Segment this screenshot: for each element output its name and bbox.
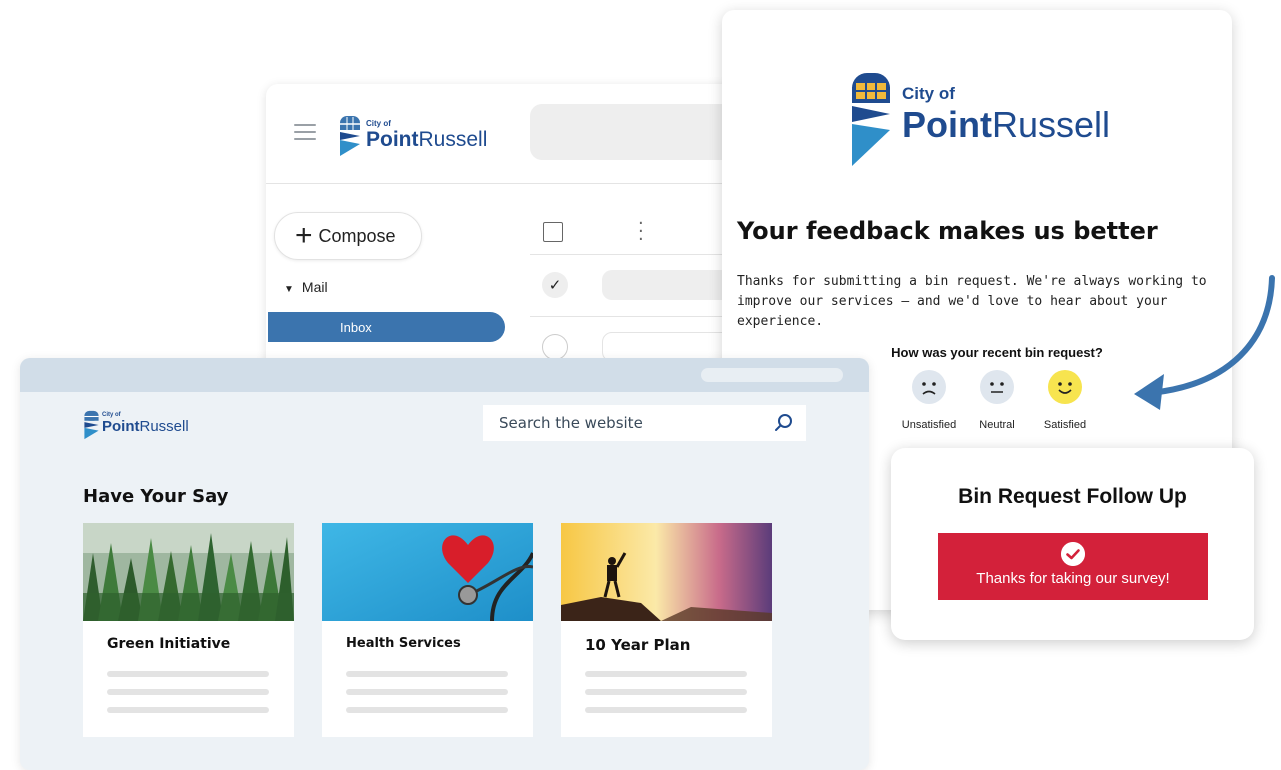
city-logo-icon <box>84 410 99 440</box>
mail-folder-toggle[interactable]: ▼ Mail <box>284 279 328 295</box>
placeholder-line <box>585 707 747 713</box>
city-website-window: City of PointRussell Search the website H… <box>20 358 869 770</box>
city-logo-icon <box>340 116 360 156</box>
search-icon[interactable] <box>774 413 794 433</box>
compose-button[interactable]: + Compose <box>274 212 422 260</box>
placeholder-line <box>107 689 269 695</box>
section-title: Have Your Say <box>83 486 229 507</box>
email-header: City of PointRussell <box>266 84 746 184</box>
placeholder-line <box>346 707 508 713</box>
card-title: Health Services <box>346 636 461 651</box>
sidebar-item-inbox[interactable]: Inbox <box>268 312 505 342</box>
neutral-face-icon[interactable] <box>980 370 1014 404</box>
website-search-input[interactable]: Search the website <box>483 405 806 441</box>
mail-search-bar[interactable] <box>530 104 746 160</box>
address-bar[interactable] <box>701 368 843 382</box>
curved-arrow-icon <box>1134 275 1275 410</box>
search-placeholder: Search the website <box>499 414 643 432</box>
divider <box>530 316 746 317</box>
feedback-headline: Your feedback makes us better <box>737 217 1158 245</box>
city-logo-icon <box>852 73 890 166</box>
select-all-checkbox[interactable] <box>543 222 563 242</box>
satisfied-label: Satisfied <box>1043 419 1087 431</box>
inbox-label: Inbox <box>340 319 372 335</box>
follow-up-card: Bin Request Follow Up Thanks for taking … <box>891 448 1254 640</box>
mail-label: Mail <box>301 279 328 295</box>
card-title: 10 Year Plan <box>585 636 691 654</box>
card-title: Green Initiative <box>107 636 231 652</box>
happy-face-icon[interactable] <box>1048 370 1082 404</box>
divider <box>530 254 746 255</box>
card-10-year-plan[interactable]: 10 Year Plan <box>561 523 772 737</box>
check-circle-icon <box>1061 542 1085 566</box>
follow-up-title: Bin Request Follow Up <box>958 485 1187 508</box>
more-vert-icon[interactable]: · · · <box>638 215 644 249</box>
heart-stethoscope-image <box>322 523 533 621</box>
card-green-initiative[interactable]: Green Initiative <box>83 523 294 737</box>
hiker-sunset-image <box>561 523 772 621</box>
city-logo-text: City of PointRussell <box>902 84 1111 145</box>
caret-down-icon: ▼ <box>284 284 294 295</box>
menu-icon[interactable] <box>294 124 316 140</box>
city-logo-text: City of PointRussell <box>102 412 189 435</box>
placeholder-line <box>107 707 269 713</box>
placeholder-line <box>107 671 269 677</box>
confirmation-message: Thanks for taking our survey! <box>976 570 1170 587</box>
survey-confirmation-banner: Thanks for taking our survey! <box>938 533 1208 600</box>
row-select-circle[interactable] <box>542 334 568 360</box>
plus-icon: + <box>295 219 313 252</box>
forest-image <box>83 523 294 621</box>
card-health-services[interactable]: Health Services <box>322 523 533 737</box>
city-logo-text: City of PointRussell <box>366 119 488 152</box>
placeholder-line <box>346 671 508 677</box>
compose-label: Compose <box>318 225 396 246</box>
placeholder-line <box>585 671 747 677</box>
placeholder-line <box>585 689 747 695</box>
sad-face-icon[interactable] <box>912 370 946 404</box>
browser-chrome <box>20 358 869 392</box>
check-icon[interactable]: ✓ <box>542 272 568 298</box>
placeholder-line <box>346 689 508 695</box>
